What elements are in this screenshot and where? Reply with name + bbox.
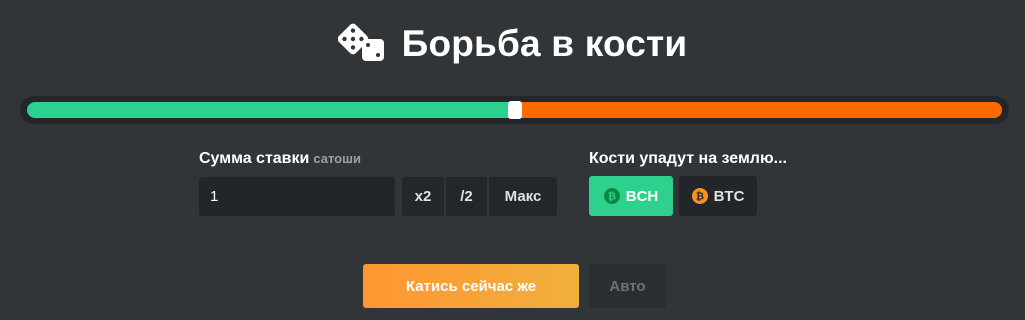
half-bet-button[interactable]: /2: [444, 177, 487, 216]
coin-option-label: BTC: [713, 187, 745, 205]
odds-bar: [20, 96, 1009, 124]
coin-option-btc[interactable]: ₿ BTC: [679, 176, 757, 216]
coin-choice-label: Кости упадут на землю...: [589, 150, 787, 167]
dice-game-panel: Борьба в кости Сумма ставкисатоши x2 /2 …: [0, 0, 1025, 320]
double-bet-button[interactable]: x2: [402, 177, 444, 216]
bitcoin-icon: ₿: [691, 188, 708, 204]
coin-option-bch[interactable]: ₿ BCH: [589, 176, 673, 216]
max-bet-button[interactable]: Макс: [487, 177, 557, 216]
bet-unit-label: сатоши: [313, 151, 361, 166]
auto-button[interactable]: Авто: [589, 264, 666, 308]
win-segment: [27, 102, 515, 118]
page-title: Борьба в кости: [401, 23, 688, 64]
bet-amount-label: Сумма ставки сатоши: [199, 150, 361, 168]
bet-modifier-group: x2 /2 Макс: [402, 177, 557, 216]
roll-now-button[interactable]: Катись сейчас же: [363, 264, 579, 308]
bet-amount-input[interactable]: [199, 177, 395, 216]
coin-option-label: BCH: [625, 187, 659, 205]
bet-amount-label-text: Сумма ставки: [199, 150, 310, 167]
bitcoin-cash-icon: ₿: [603, 188, 620, 204]
svg-text:₿: ₿: [696, 191, 704, 203]
dice-icon: [337, 23, 384, 61]
odds-slider-handle[interactable]: [507, 101, 522, 119]
lose-segment: [514, 102, 1002, 118]
svg-text:₿: ₿: [608, 191, 616, 203]
header: Борьба в кости: [0, 20, 1025, 68]
